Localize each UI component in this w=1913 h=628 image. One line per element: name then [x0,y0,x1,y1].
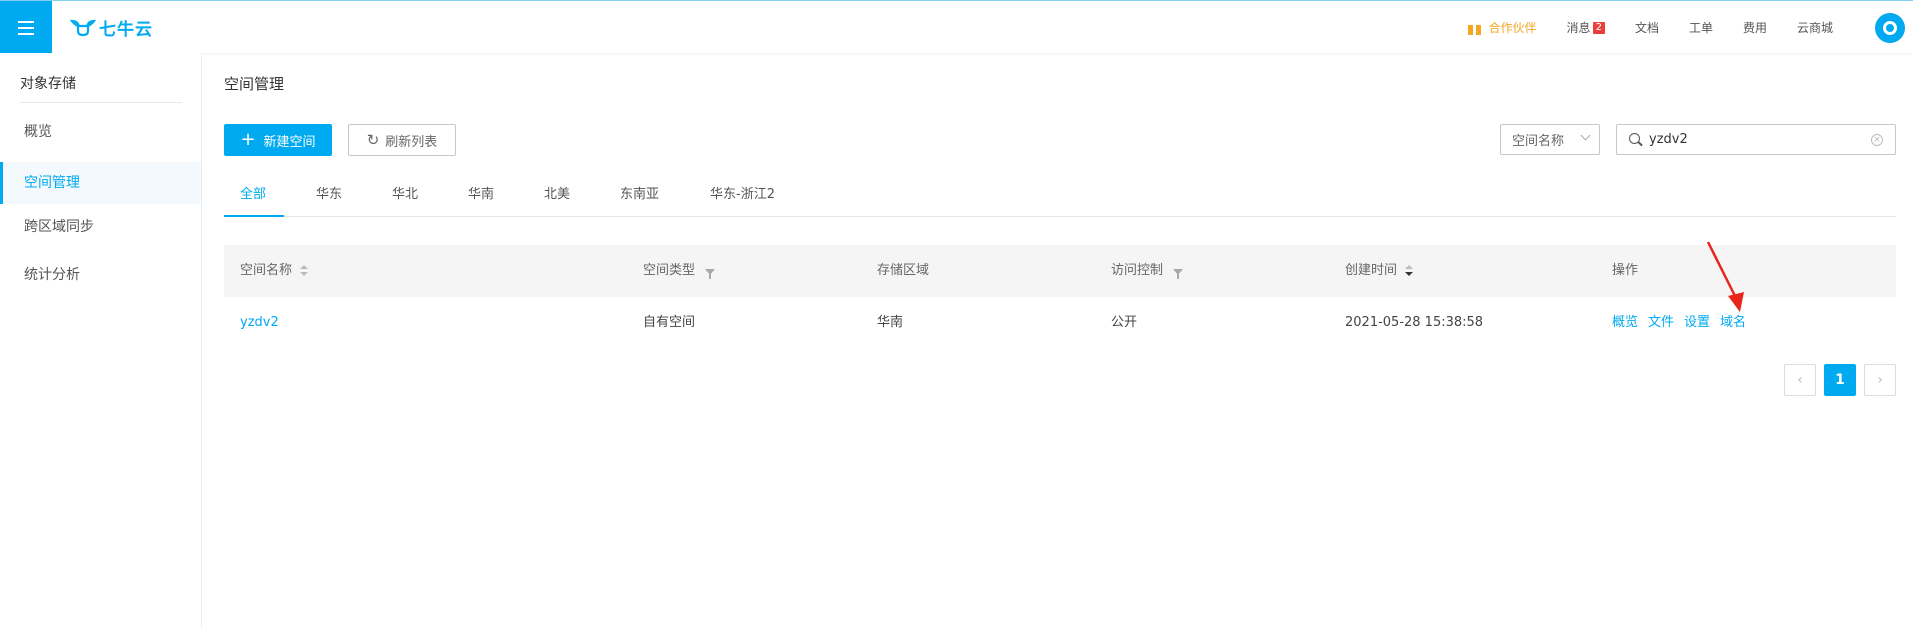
message-count-badge: 2 [1592,21,1605,34]
chevron-down-icon [1580,130,1591,141]
search-input[interactable] [1649,132,1849,147]
bucket-region: 华南 [877,315,904,330]
filter-icon[interactable] [1173,269,1184,279]
tab-east-china-zhejiang2[interactable]: 华东-浙江2 [710,182,775,217]
bucket-type: 自有空间 [643,315,696,330]
next-page-button[interactable]: › [1864,364,1896,396]
refresh-list-label: 刷新列表 [385,134,438,150]
tab-all[interactable]: 全部 [224,182,284,217]
action-files-link[interactable]: 文件 [1648,297,1674,349]
top-bar: 七牛云 合作伙伴 消息 2 文档 工单 费用 云商城 [0,0,1913,54]
clear-icon[interactable]: × [1871,134,1883,146]
partner-link[interactable]: 合作伙伴 [1467,19,1537,36]
column-header-access[interactable]: 访问控制 [1111,245,1184,297]
tab-east-china[interactable]: 华东 [316,182,342,217]
search-box: × [1616,124,1896,155]
qiniu-logo-icon [70,19,96,36]
logo-text: 七牛云 [99,20,153,40]
page-1-button[interactable]: 1 [1824,364,1856,396]
tab-southeast-asia[interactable]: 东南亚 [620,182,659,217]
column-header-type[interactable]: 空间类型 [643,245,716,297]
billing-link[interactable]: 费用 [1743,19,1767,36]
column-header-name[interactable]: 空间名称 [240,245,309,297]
hamburger-icon [18,26,34,29]
refresh-icon: ↻ [366,131,380,149]
search-field-select-value: 空间名称 [1512,134,1565,149]
sidebar-item-statistics[interactable]: 统计分析 [0,254,201,296]
column-header-type-label: 空间类型 [643,263,696,278]
column-header-name-label: 空间名称 [240,263,293,278]
prev-page-button[interactable]: ‹ [1784,364,1816,396]
sidebar-item-bucket-management[interactable]: 空间管理 [0,162,201,204]
sort-desc-icon[interactable] [1405,265,1414,277]
messages-link[interactable]: 消息 2 [1567,19,1605,36]
menu-button[interactable] [0,1,52,54]
bucket-access: 公开 [1111,315,1138,330]
column-header-actions: 操作 [1612,263,1639,278]
partner-label: 合作伙伴 [1488,21,1537,35]
avatar[interactable] [1875,13,1905,43]
sort-icon[interactable] [300,265,309,277]
sidebar: 对象存储 概览 空间管理 跨区域同步 统计分析 [0,53,202,628]
column-header-region: 存储区域 [877,263,930,278]
top-nav: 合作伙伴 消息 2 文档 工单 费用 云商城 [1438,1,1833,54]
column-header-created[interactable]: 创建时间 [1345,245,1414,297]
tab-south-china[interactable]: 华南 [468,182,494,217]
new-bucket-button[interactable]: + 新建空间 [224,124,332,156]
search-icon [1629,133,1640,144]
column-header-access-label: 访问控制 [1111,263,1164,278]
search-field-select[interactable]: 空间名称 [1500,124,1600,155]
logo[interactable]: 七牛云 [70,15,153,40]
messages-label: 消息 [1566,21,1591,35]
sidebar-item-cross-region-sync[interactable]: 跨区域同步 [0,206,201,248]
cloud-mall-link[interactable]: 云商城 [1797,19,1833,36]
red-arrow-annotation [1706,241,1744,312]
action-overview-link[interactable]: 概览 [1612,297,1638,349]
sidebar-title: 对象存储 [20,73,182,103]
bucket-name-link[interactable]: yzdv2 [240,297,279,349]
plus-icon: + [240,129,256,150]
tab-north-china[interactable]: 华北 [392,182,418,217]
gift-icon [1467,20,1481,35]
table-header: 空间名称 空间类型 存储区域 访问控制 创建时间 操作 [224,245,1896,297]
region-tabs: 全部 华东 华北 华南 北美 东南亚 华东-浙江2 [224,182,1896,217]
column-header-created-label: 创建时间 [1345,263,1398,278]
refresh-list-button[interactable]: ↻ 刷新列表 [348,124,456,156]
bucket-created-time: 2021-05-28 15:38:58 [1345,315,1484,330]
tickets-link[interactable]: 工单 [1689,19,1713,36]
tab-north-america[interactable]: 北美 [544,182,570,217]
table-row: yzdv2 自有空间 华南 公开 2021-05-28 15:38:58 概览 … [224,297,1896,349]
user-icon [1883,21,1897,35]
filter-icon[interactable] [705,269,716,279]
docs-link[interactable]: 文档 [1635,19,1659,36]
new-bucket-label: 新建空间 [263,134,316,150]
page-title: 空间管理 [224,75,285,93]
sidebar-item-overview[interactable]: 概览 [0,111,201,153]
